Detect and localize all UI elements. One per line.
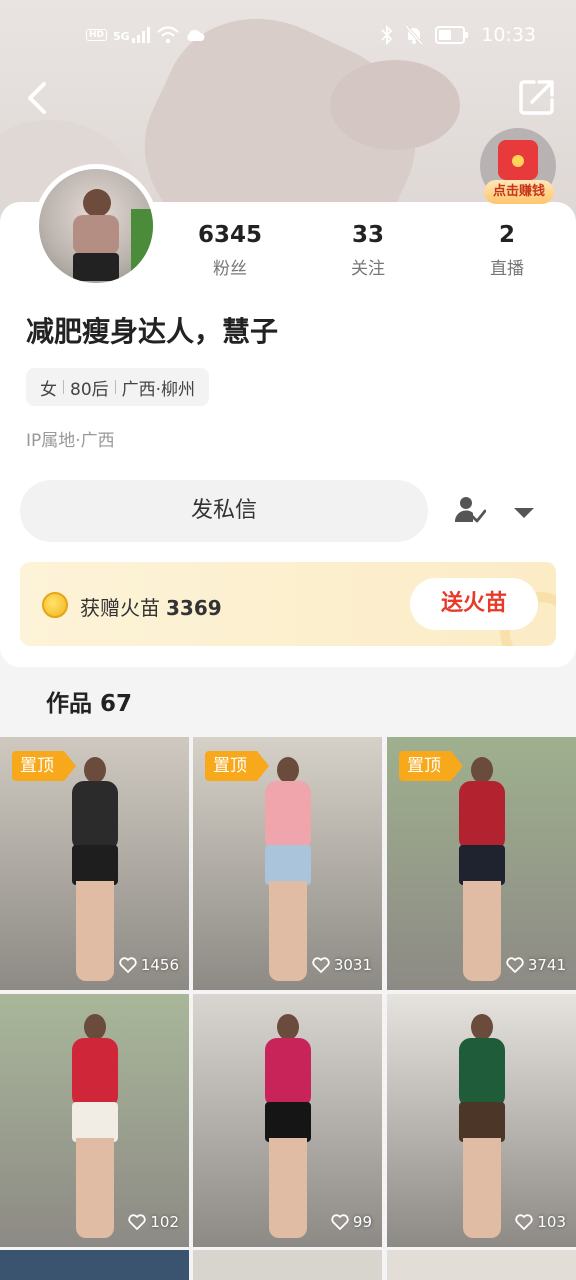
stat-fans[interactable]: 6345 粉丝	[170, 222, 290, 279]
video-thumbnail	[259, 757, 319, 987]
battery-icon	[435, 26, 469, 44]
gift-label: 获赠火苗	[80, 596, 160, 620]
send-message-button[interactable]: 发私信	[20, 480, 428, 542]
profile-tags: 女 80后 广西·柳州	[26, 368, 210, 406]
gift-count: 3369	[166, 596, 222, 620]
bluetooth-icon	[381, 25, 393, 45]
clock: 10:33	[481, 24, 536, 46]
red-packet-label: 点击赚钱	[484, 180, 554, 204]
like-count: 103	[515, 1213, 566, 1231]
like-count-value: 3031	[333, 956, 372, 974]
tag-age: 80后	[70, 379, 109, 400]
stat-live[interactable]: 2 直播	[447, 222, 567, 279]
tag-gender: 女	[40, 379, 57, 400]
stat-value: 6345	[197, 222, 262, 248]
like-count-value: 99	[352, 1213, 372, 1231]
work-tile[interactable]: 102	[0, 994, 189, 1247]
stat-value: 33	[351, 222, 384, 248]
stat-label: 粉丝	[213, 259, 247, 279]
heart-icon	[515, 1214, 534, 1230]
video-thumbnail	[66, 1014, 126, 1244]
pinned-badge: 置顶	[205, 751, 269, 781]
work-tile[interactable]: 99	[193, 994, 382, 1247]
video-thumbnail	[259, 1014, 319, 1244]
like-count-value: 102	[150, 1213, 179, 1231]
share-icon[interactable]	[518, 78, 556, 116]
pinned-badge: 置顶	[399, 751, 463, 781]
chevron-down-icon[interactable]	[512, 506, 536, 520]
like-count: 3741	[506, 956, 566, 974]
works-title: 作品 67	[46, 691, 133, 717]
like-count: 3031	[312, 956, 372, 974]
like-count-value: 103	[537, 1213, 566, 1231]
like-count-value: 1456	[140, 956, 179, 974]
network-indicator: 5G	[113, 27, 151, 43]
work-tile[interactable]: 置顶 1456	[0, 737, 189, 990]
followed-user-icon[interactable]	[454, 494, 486, 526]
video-thumbnail	[453, 757, 513, 987]
work-tile-partial[interactable]	[387, 1250, 576, 1280]
heart-icon	[331, 1214, 349, 1230]
video-thumbnail	[66, 757, 126, 987]
work-tile-partial[interactable]	[0, 1250, 189, 1280]
chevron-left-icon[interactable]	[20, 78, 56, 118]
cloud-icon	[187, 29, 205, 41]
tag-location: 广西·柳州	[121, 379, 196, 400]
hd-badge: HD	[86, 29, 108, 41]
send-flame-button[interactable]: 送火苗	[410, 578, 538, 630]
like-count: 1456	[119, 956, 179, 974]
like-count: 99	[331, 1213, 372, 1231]
red-packet-button[interactable]: 点击赚钱	[480, 128, 556, 206]
pinned-badge: 置顶	[12, 751, 76, 781]
mute-bell-icon	[405, 25, 424, 45]
coin-icon	[42, 592, 68, 618]
ip-location: IP属地·广西	[26, 431, 115, 451]
heart-icon	[506, 957, 524, 973]
like-count: 102	[128, 1213, 179, 1231]
stat-label: 直播	[490, 259, 524, 279]
video-thumbnail	[453, 1014, 513, 1244]
heart-icon	[119, 957, 137, 973]
work-tile[interactable]: 置顶 3741	[387, 737, 576, 990]
work-tile[interactable]: 置顶 3031	[193, 737, 382, 990]
avatar[interactable]	[34, 164, 158, 288]
status-bar: HD 5G 10:33	[0, 18, 576, 56]
red-envelope-icon	[498, 140, 538, 180]
work-tile[interactable]: 103	[387, 994, 576, 1247]
stat-label: 关注	[351, 259, 385, 279]
like-count-value: 3741	[527, 956, 566, 974]
heart-icon	[128, 1214, 147, 1230]
profile-name: 减肥瘦身达人，慧子	[26, 315, 279, 348]
stat-following[interactable]: 33 关注	[308, 222, 428, 279]
heart-icon	[312, 957, 330, 973]
wifi-icon	[156, 26, 179, 44]
stat-value: 2	[498, 222, 515, 248]
work-tile-partial[interactable]	[193, 1250, 382, 1280]
gift-banner: 获赠火苗 3369 送火苗	[20, 562, 556, 646]
